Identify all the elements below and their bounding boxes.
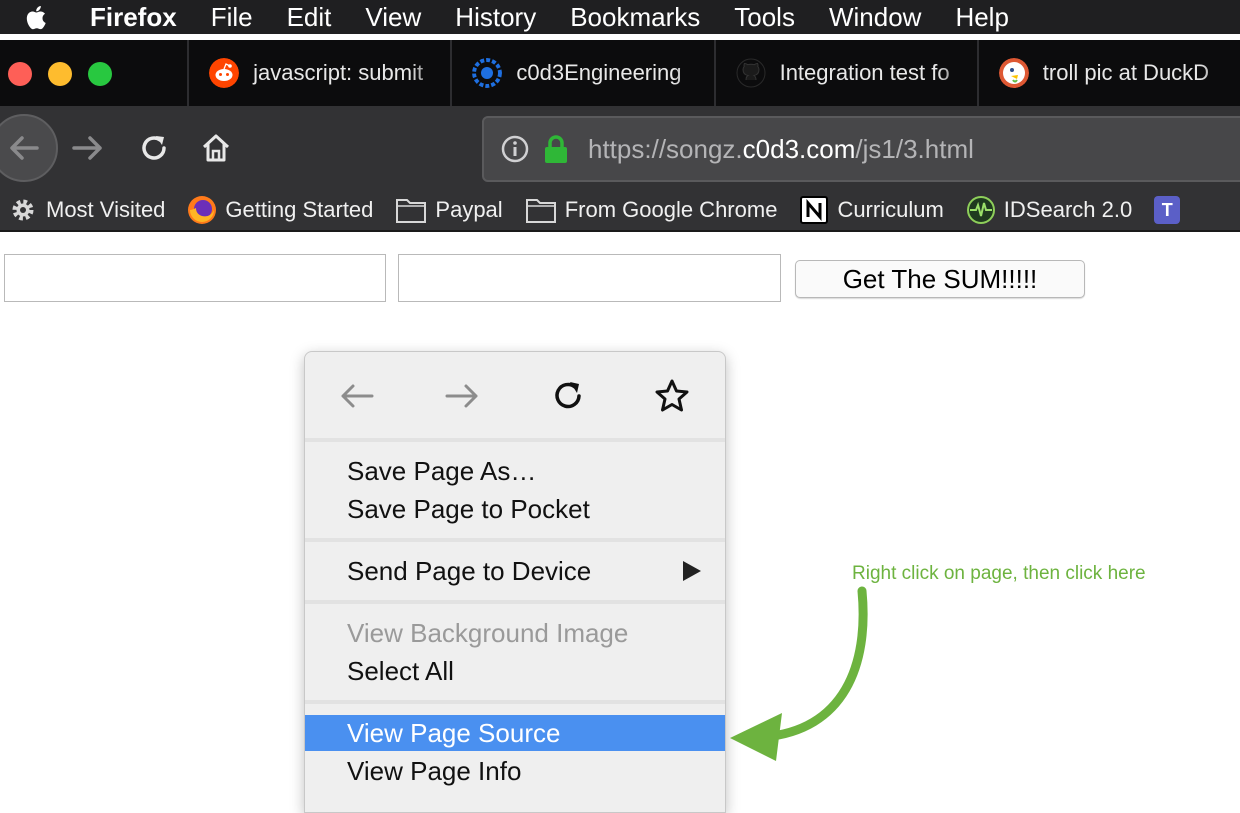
forward-arrow-icon xyxy=(72,136,102,160)
context-forward-button[interactable] xyxy=(440,374,484,418)
menu-item-save-page-as[interactable]: Save Page As… xyxy=(305,453,725,489)
context-bookmark-button[interactable] xyxy=(650,374,694,418)
tab-title: javascript: submit xyxy=(253,60,424,85)
get-sum-button[interactable]: Get The SUM!!!!! xyxy=(795,260,1085,298)
tab-c0d3[interactable]: c0d3Engineering xyxy=(450,40,714,106)
star-icon xyxy=(655,379,689,412)
idsearch-icon xyxy=(966,196,995,224)
folder-icon xyxy=(396,199,427,223)
reddit-icon xyxy=(209,58,240,88)
number-input-1[interactable] xyxy=(4,254,386,302)
c0d3-icon xyxy=(472,58,503,88)
bookmark-label: Paypal xyxy=(435,197,503,222)
context-menu: Save Page As… Save Page to Pocket Send P… xyxy=(304,351,726,813)
bookmark-folder-chrome[interactable]: From Google Chrome xyxy=(525,196,778,224)
menu-app-firefox[interactable]: Firefox xyxy=(90,2,177,33)
menu-file[interactable]: File xyxy=(211,2,253,33)
url-text[interactable]: https://songz.c0d3.com/js1/3.html xyxy=(588,134,974,165)
back-arrow-icon xyxy=(341,384,374,408)
menu-separator xyxy=(305,600,725,604)
url-bar[interactable]: https://songz.c0d3.com/js1/3.html xyxy=(482,116,1240,182)
context-back-button[interactable] xyxy=(335,374,379,418)
url-scheme: https://songz. xyxy=(588,133,743,164)
bookmark-teams[interactable]: T xyxy=(1154,196,1181,224)
forward-button[interactable] xyxy=(68,128,108,168)
annotation-text: Right click on page, then click here xyxy=(852,563,1146,584)
annotation-arrow-icon xyxy=(730,586,868,761)
submenu-arrow-icon xyxy=(683,561,701,581)
window-controls xyxy=(0,40,187,106)
menu-window[interactable]: Window xyxy=(829,2,921,33)
menu-view[interactable]: View xyxy=(365,2,421,33)
tab-duckduckgo[interactable]: troll pic at DuckD xyxy=(976,40,1240,106)
bookmark-most-visited[interactable]: Most Visited xyxy=(8,195,165,225)
gear-icon xyxy=(12,199,34,221)
menu-separator xyxy=(305,700,725,704)
number-input-2[interactable] xyxy=(398,254,781,302)
url-path: /js1/3.html xyxy=(855,133,974,164)
menu-edit[interactable]: Edit xyxy=(287,2,332,33)
firefox-icon xyxy=(188,196,217,224)
home-icon xyxy=(202,134,230,162)
menu-history[interactable]: History xyxy=(455,2,536,33)
menu-bookmarks[interactable]: Bookmarks xyxy=(570,2,700,33)
bookmarks-toolbar: Most Visited Getting Started Paypal From… xyxy=(0,190,1240,232)
tab-strip: javascript: submit c0d3Engineering Integ… xyxy=(0,40,1240,106)
navigation-toolbar: https://songz.c0d3.com/js1/3.html xyxy=(0,106,1240,190)
reload-icon xyxy=(142,136,166,160)
menu-separator xyxy=(305,438,725,442)
zoom-window-button[interactable] xyxy=(88,62,112,86)
context-reload-button[interactable] xyxy=(546,374,590,418)
bookmark-folder-paypal[interactable]: Paypal xyxy=(395,196,503,224)
bookmark-getting-started[interactable]: Getting Started xyxy=(187,195,373,225)
github-icon xyxy=(736,58,766,88)
tab-title: troll pic at DuckD xyxy=(1042,60,1210,85)
menu-item-select-all[interactable]: Select All xyxy=(305,653,725,689)
url-host: c0d3.com xyxy=(742,133,856,164)
home-button[interactable] xyxy=(196,128,236,168)
menu-item-view-page-info[interactable]: View Page Info xyxy=(305,753,725,789)
macos-menu-bar: Firefox File Edit View History Bookmarks… xyxy=(0,0,1240,34)
minimize-window-button[interactable] xyxy=(48,62,72,86)
forward-arrow-icon xyxy=(445,384,478,408)
back-arrow-icon xyxy=(10,136,39,160)
menu-separator xyxy=(305,538,725,542)
menu-help[interactable]: Help xyxy=(955,2,1008,33)
menu-tools[interactable]: Tools xyxy=(734,2,795,33)
back-button[interactable] xyxy=(0,114,58,182)
reload-icon xyxy=(555,382,581,409)
menu-item-send-page-to-device[interactable]: Send Page to Device xyxy=(305,553,725,589)
bookmark-label: From Google Chrome xyxy=(564,197,778,222)
bookmark-label: Most Visited xyxy=(46,197,166,222)
tab-title: Integration test fo xyxy=(779,60,950,85)
menu-item-save-to-pocket[interactable]: Save Page to Pocket xyxy=(305,491,725,527)
bookmark-idsearch[interactable]: IDSearch 2.0 xyxy=(966,195,1132,225)
info-icon[interactable] xyxy=(500,134,530,164)
menu-item-label: Send Page to Device xyxy=(347,555,592,586)
notion-icon xyxy=(800,196,829,224)
apple-icon[interactable] xyxy=(22,2,52,32)
teams-icon: T xyxy=(1154,196,1181,224)
bookmark-label: IDSearch 2.0 xyxy=(1003,197,1133,222)
reload-button[interactable] xyxy=(134,128,174,168)
context-menu-nav-row xyxy=(305,352,725,438)
tab-github[interactable]: Integration test fo xyxy=(713,40,977,106)
close-window-button[interactable] xyxy=(8,62,32,86)
duckduckgo-icon xyxy=(998,58,1029,88)
folder-icon xyxy=(525,199,556,223)
tab-reddit[interactable]: javascript: submit xyxy=(187,40,451,106)
bookmark-label: Getting Started xyxy=(225,197,374,222)
bookmark-label: Curriculum xyxy=(837,197,944,222)
bookmark-curriculum[interactable]: Curriculum xyxy=(799,195,944,225)
menu-item-view-page-source[interactable]: View Page Source xyxy=(305,715,725,751)
tab-title: c0d3Engineering xyxy=(516,60,682,85)
menu-item-view-background-image: View Background Image xyxy=(347,617,629,648)
lock-icon[interactable] xyxy=(542,134,570,164)
